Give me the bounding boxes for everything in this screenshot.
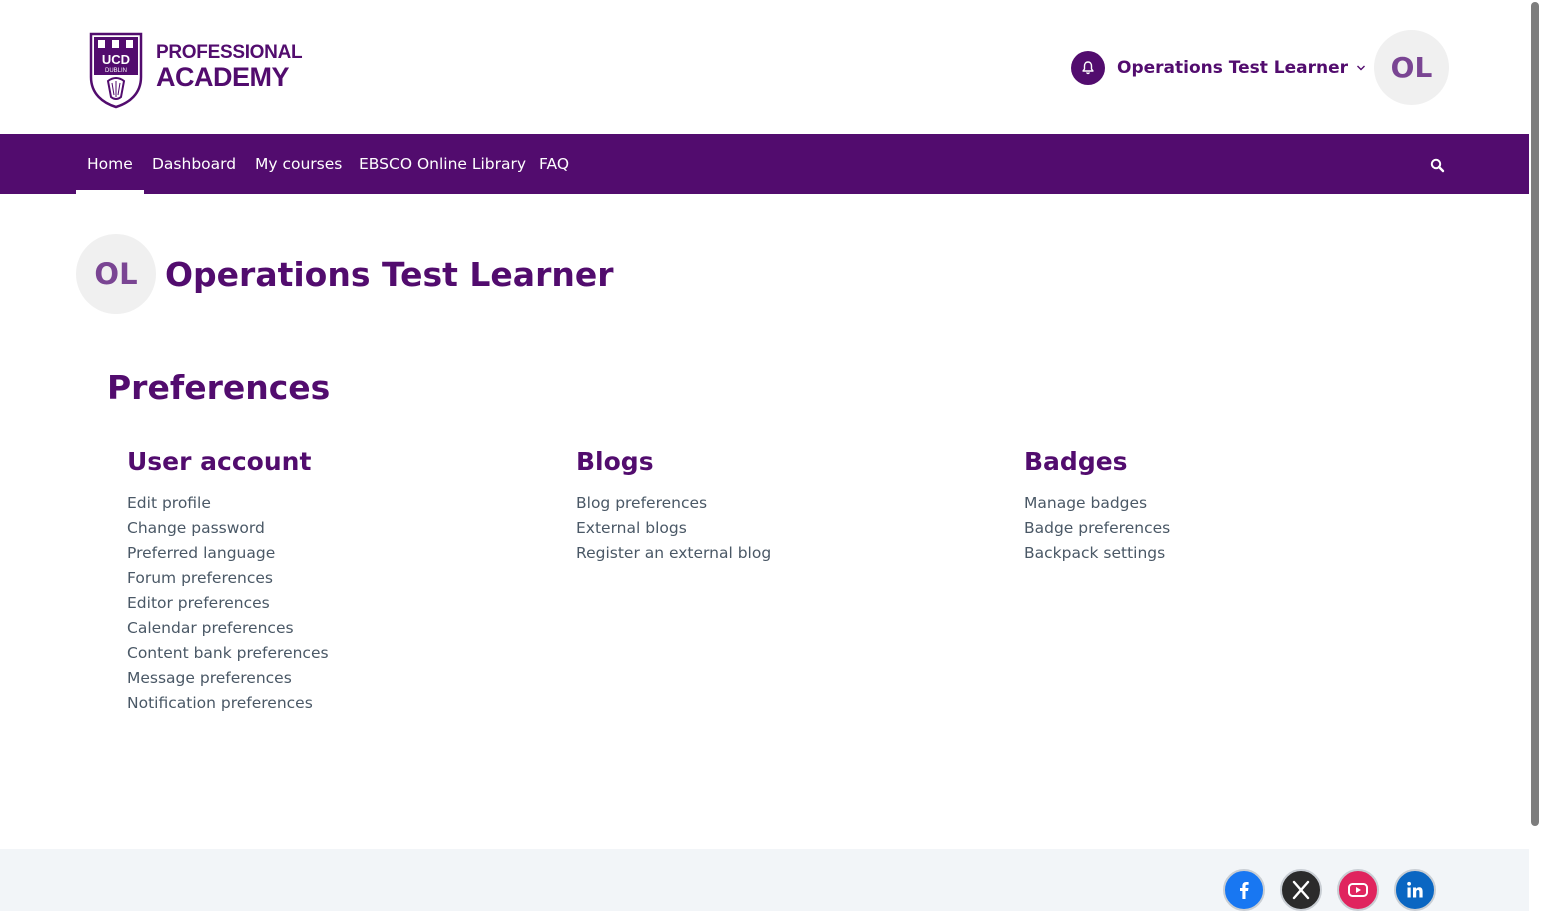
svg-text:DUBLIN: DUBLIN bbox=[105, 68, 127, 74]
backpack-settings-link[interactable]: Backpack settings bbox=[1024, 541, 1444, 566]
user-menu-toggle[interactable]: Operations Test Learner bbox=[1117, 55, 1366, 81]
profile-avatar: OL bbox=[76, 234, 156, 314]
chevron-down-icon bbox=[1357, 65, 1366, 71]
profile-name: Operations Test Learner bbox=[165, 254, 614, 294]
notifications-button[interactable] bbox=[1071, 51, 1105, 85]
manage-badges-link[interactable]: Manage badges bbox=[1024, 491, 1444, 516]
bell-icon bbox=[1082, 61, 1094, 75]
calendar-preferences-link[interactable]: Calendar preferences bbox=[127, 616, 547, 641]
site-header: UCD DUBLIN PROFESSIONAL ACADEMY Operatio… bbox=[0, 0, 1529, 134]
nav-item-ebsco-online-library[interactable]: EBSCO Online Library bbox=[359, 134, 526, 194]
nav-item-my-courses[interactable]: My courses bbox=[255, 134, 342, 194]
badges-links: Manage badges Badge preferences Backpack… bbox=[1024, 491, 1444, 566]
section-heading: User account bbox=[127, 447, 312, 476]
x-link[interactable] bbox=[1280, 869, 1322, 911]
preferred-language-link[interactable]: Preferred language bbox=[127, 541, 547, 566]
section-heading: Badges bbox=[1024, 447, 1128, 476]
youtube-icon bbox=[1348, 883, 1368, 897]
badges-section: Badges Manage badges Badge preferences B… bbox=[1024, 444, 1444, 566]
content-bank-preferences-link[interactable]: Content bank preferences bbox=[127, 641, 547, 666]
search-button[interactable] bbox=[1426, 154, 1448, 176]
message-preferences-link[interactable]: Message preferences bbox=[127, 666, 547, 691]
badge-preferences-link[interactable]: Badge preferences bbox=[1024, 516, 1444, 541]
search-icon bbox=[1430, 158, 1445, 173]
register-external-blog-link[interactable]: Register an external blog bbox=[576, 541, 996, 566]
section-heading: Blogs bbox=[576, 447, 654, 476]
page-title: Preferences bbox=[107, 368, 331, 407]
youtube-link[interactable] bbox=[1337, 869, 1379, 911]
ucd-professional-academy-logo[interactable]: UCD DUBLIN PROFESSIONAL ACADEMY bbox=[88, 31, 303, 109]
user-avatar[interactable]: OL bbox=[1374, 30, 1449, 105]
edit-profile-link[interactable]: Edit profile bbox=[127, 491, 547, 516]
scrollbar-thumb[interactable] bbox=[1531, 2, 1539, 826]
x-icon bbox=[1292, 880, 1310, 900]
external-blogs-link[interactable]: External blogs bbox=[576, 516, 996, 541]
primary-navigation: Home Dashboard My courses EBSCO Online L… bbox=[0, 134, 1529, 194]
nav-item-faq[interactable]: FAQ bbox=[539, 134, 569, 194]
svg-text:UCD: UCD bbox=[102, 52, 130, 67]
user-account-links: Edit profile Change password Preferred l… bbox=[127, 491, 547, 716]
editor-preferences-link[interactable]: Editor preferences bbox=[127, 591, 547, 616]
nav-item-home[interactable]: Home bbox=[76, 134, 144, 194]
page-scrollbar[interactable] bbox=[1529, 0, 1541, 911]
profile-header: OL Operations Test Learner bbox=[76, 234, 614, 314]
linkedin-icon bbox=[1407, 881, 1423, 898]
user-name: Operations Test Learner bbox=[1117, 58, 1349, 78]
blogs-links: Blog preferences External blogs Register… bbox=[576, 491, 996, 566]
blog-preferences-link[interactable]: Blog preferences bbox=[576, 491, 996, 516]
linkedin-link[interactable] bbox=[1394, 869, 1436, 911]
forum-preferences-link[interactable]: Forum preferences bbox=[127, 566, 547, 591]
facebook-icon bbox=[1240, 882, 1249, 899]
brand-line-2: ACADEMY bbox=[156, 62, 290, 92]
nav-item-dashboard[interactable]: Dashboard bbox=[152, 134, 236, 194]
notification-preferences-link[interactable]: Notification preferences bbox=[127, 691, 547, 716]
facebook-link[interactable] bbox=[1223, 869, 1265, 911]
ucd-crest-icon: UCD DUBLIN bbox=[89, 32, 143, 109]
blogs-section: Blogs Blog preferences External blogs Re… bbox=[576, 444, 996, 566]
brand-wordmark: PROFESSIONAL ACADEMY bbox=[156, 42, 303, 92]
user-account-section: User account Edit profile Change passwor… bbox=[127, 444, 547, 716]
brand-line-1: PROFESSIONAL bbox=[156, 42, 303, 63]
change-password-link[interactable]: Change password bbox=[127, 516, 547, 541]
